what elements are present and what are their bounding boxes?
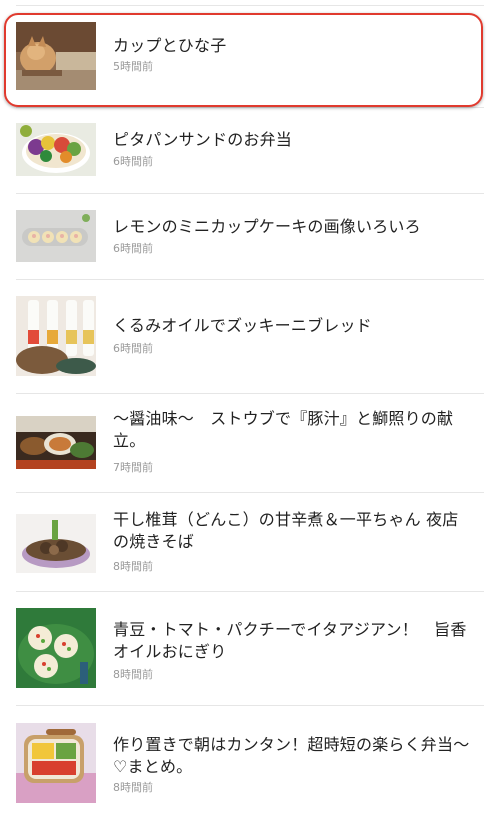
thumbnail-image[interactable] (16, 22, 96, 90)
thumbnail-image[interactable] (16, 608, 96, 688)
article-feed: カップとひな子 5時間前 ピタパンサンドのお弁当 6時間前 レモンのミニカップケ… (0, 0, 500, 817)
item-title[interactable]: 干し椎茸（どんこ）の甘辛煮＆一平ちゃん 夜店の焼きそば (113, 509, 473, 553)
list-item[interactable]: 〜醤油味〜 ストウブで『豚汁』と鰤照りの献立。 7時間前 (0, 394, 500, 492)
item-timestamp: 6時間前 (113, 155, 153, 168)
item-title[interactable]: 〜醤油味〜 ストウブで『豚汁』と鰤照りの献立。 (113, 408, 473, 452)
list-item[interactable]: 干し椎茸（どんこ）の甘辛煮＆一平ちゃん 夜店の焼きそば 8時間前 (0, 493, 500, 591)
thumbnail-image[interactable] (16, 723, 96, 803)
list-item[interactable]: カップとひな子 5時間前 (0, 0, 500, 110)
list-item[interactable]: レモンのミニカップケーキの画像いろいろ 6時間前 (0, 194, 500, 280)
item-title[interactable]: くるみオイルでズッキーニブレッド (113, 315, 473, 337)
item-title[interactable]: 青豆・トマト・パクチーでイタアジアン！ 旨香オイルおにぎり (113, 619, 473, 663)
item-title[interactable]: ピタパンサンドのお弁当 (113, 129, 473, 151)
item-title[interactable]: カップとひな子 (113, 35, 473, 57)
item-timestamp: 8時間前 (113, 781, 153, 794)
list-item[interactable]: ピタパンサンドのお弁当 6時間前 (0, 108, 500, 194)
item-timestamp: 5時間前 (113, 60, 153, 73)
thumbnail-image[interactable] (16, 123, 96, 176)
list-item[interactable]: 作り置きで朝はカンタン！超時短の楽らく弁当〜♡まとめ。 8時間前 (0, 706, 500, 817)
item-title[interactable]: 作り置きで朝はカンタン！超時短の楽らく弁当〜♡まとめ。 (113, 734, 473, 778)
item-timestamp: 8時間前 (113, 668, 153, 681)
list-item[interactable]: くるみオイルでズッキーニブレッド 6時間前 (0, 280, 500, 393)
thumbnail-image[interactable] (16, 416, 96, 469)
item-timestamp: 6時間前 (113, 342, 153, 355)
item-timestamp: 6時間前 (113, 242, 153, 255)
list-item[interactable]: 青豆・トマト・パクチーでイタアジアン！ 旨香オイルおにぎり 8時間前 (0, 592, 500, 705)
thumbnail-image[interactable] (16, 296, 96, 376)
thumbnail-image[interactable] (16, 210, 96, 262)
item-timestamp: 7時間前 (113, 461, 153, 474)
item-title[interactable]: レモンのミニカップケーキの画像いろいろ (113, 216, 473, 238)
item-timestamp: 8時間前 (113, 560, 153, 573)
thumbnail-image[interactable] (16, 514, 96, 573)
